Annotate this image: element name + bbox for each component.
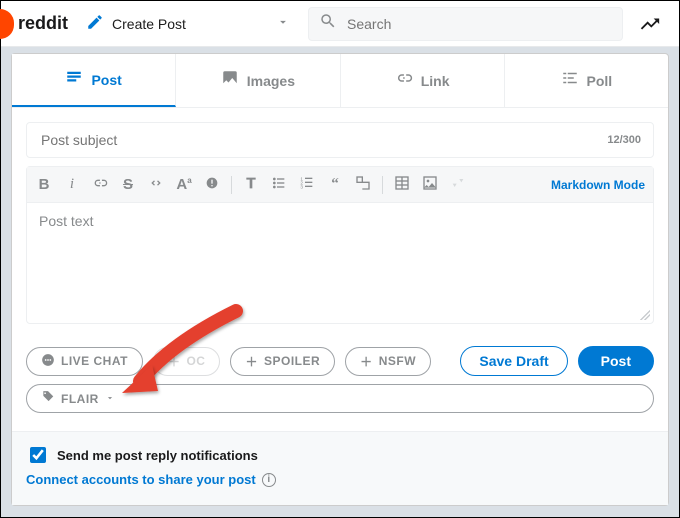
search-icon — [319, 12, 337, 35]
caret-down-icon — [105, 392, 115, 406]
quote-icon[interactable]: “ — [326, 177, 344, 192]
plus-icon: ＋ — [245, 353, 258, 370]
italic-icon[interactable]: i — [63, 177, 81, 192]
image-icon — [221, 69, 239, 92]
bold-icon[interactable]: B — [35, 177, 53, 192]
markdown-mode-toggle[interactable]: Markdown Mode — [551, 178, 645, 192]
tab-poll[interactable]: Poll — [505, 54, 668, 107]
tab-post-label: Post — [91, 72, 121, 88]
tag-row: LIVE CHAT ＋ OC ＋ SPOILER ＋ NSFW Save Dra… — [12, 324, 668, 384]
flair-pill[interactable]: FLAIR — [26, 384, 654, 413]
tag-icon — [41, 390, 55, 407]
post-body-input[interactable]: Post text — [27, 203, 653, 323]
notify-checkbox[interactable] — [30, 447, 46, 463]
toolbar-separator — [382, 176, 383, 194]
post-type-tabs: Post Images Link Poll — [12, 54, 668, 108]
editor-toolbar: B i S Aa 123 “ — [27, 167, 653, 203]
tab-link-label: Link — [421, 73, 450, 89]
post-footer: Send me post reply notifications Connect… — [12, 432, 668, 505]
subject-input[interactable] — [39, 131, 607, 149]
spoiler-label: SPOILER — [264, 354, 320, 368]
search-box[interactable] — [308, 7, 623, 41]
post-body-placeholder: Post text — [39, 213, 93, 229]
tab-images[interactable]: Images — [176, 54, 340, 107]
more-tool-icon[interactable] — [449, 175, 467, 194]
superscript-icon[interactable]: Aa — [175, 177, 193, 192]
svg-text:3: 3 — [300, 184, 303, 189]
community-picker[interactable]: Create Post — [78, 7, 298, 40]
notify-label: Send me post reply notifications — [57, 448, 258, 463]
reddit-logo[interactable]: reddit — [13, 9, 68, 39]
subject-field[interactable]: 12/300 — [26, 122, 654, 158]
strike-icon[interactable]: S — [119, 177, 137, 192]
notify-checkbox-row[interactable]: Send me post reply notifications — [26, 444, 654, 466]
toolbar-separator — [231, 176, 232, 194]
insert-image-icon[interactable] — [421, 175, 439, 194]
tab-post[interactable]: Post — [12, 54, 176, 107]
poll-icon — [561, 69, 579, 92]
save-draft-button[interactable]: Save Draft — [460, 346, 567, 376]
table-icon[interactable] — [393, 175, 411, 194]
page-body: Post Images Link Poll — [1, 47, 679, 517]
flair-label: FLAIR — [61, 392, 99, 406]
nsfw-pill[interactable]: ＋ NSFW — [345, 347, 431, 376]
connect-label: Connect accounts to share your post — [26, 472, 256, 487]
livechat-label: LIVE CHAT — [61, 354, 128, 368]
spoiler-tool-icon[interactable] — [203, 175, 221, 194]
plus-icon: ＋ — [360, 353, 373, 370]
code-icon[interactable] — [147, 175, 165, 194]
post-icon — [65, 68, 83, 91]
chat-icon — [41, 353, 55, 370]
oc-label: OC — [186, 354, 205, 368]
number-list-icon[interactable]: 123 — [298, 175, 316, 194]
reddit-logo-icon — [0, 9, 14, 39]
trending-icon[interactable] — [633, 13, 667, 35]
info-icon: i — [262, 473, 276, 487]
search-input[interactable] — [345, 15, 612, 33]
spoiler-pill[interactable]: ＋ SPOILER — [230, 347, 335, 376]
heading-icon[interactable] — [242, 175, 260, 194]
plus-icon: ＋ — [168, 353, 181, 370]
post-editor: B i S Aa 123 “ — [26, 166, 654, 324]
pencil-icon — [86, 13, 104, 34]
oc-pill[interactable]: ＋ OC — [153, 347, 221, 376]
link-tool-icon[interactable] — [91, 175, 109, 194]
tab-link[interactable]: Link — [341, 54, 505, 107]
tab-images-label: Images — [247, 73, 295, 89]
connect-accounts-link[interactable]: Connect accounts to share your post i — [26, 472, 654, 487]
codeblock-icon[interactable] — [354, 175, 372, 194]
app-header: reddit Create Post — [1, 1, 679, 47]
create-post-card: Post Images Link Poll — [11, 53, 669, 506]
nsfw-label: NSFW — [379, 354, 416, 368]
community-picker-label: Create Post — [112, 16, 186, 32]
reddit-wordmark: reddit — [18, 13, 68, 34]
chevron-down-icon — [276, 15, 290, 32]
tab-poll-label: Poll — [587, 73, 613, 89]
livechat-pill[interactable]: LIVE CHAT — [26, 347, 143, 376]
link-icon — [395, 69, 413, 92]
subject-counter: 12/300 — [607, 134, 641, 146]
post-button[interactable]: Post — [578, 346, 654, 376]
bullet-list-icon[interactable] — [270, 175, 288, 194]
